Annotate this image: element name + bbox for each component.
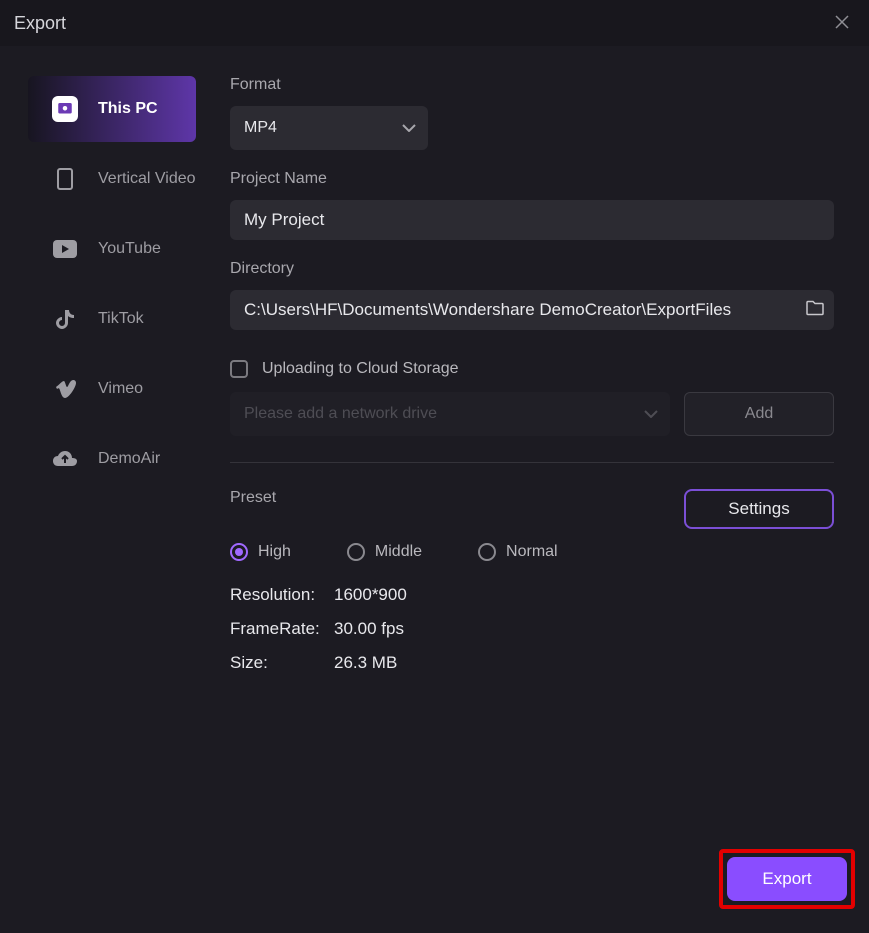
sidebar: This PC Vertical Video YouTube TikTok Vi… — [0, 76, 230, 687]
vertical-video-icon — [52, 166, 78, 192]
preset-radio-high[interactable]: High — [230, 543, 291, 561]
spec-value: 26.3 MB — [334, 653, 397, 673]
cloud-drive-row: Please add a network drive Add — [230, 392, 834, 436]
sidebar-item-vimeo[interactable]: Vimeo — [28, 356, 196, 422]
directory-label: Directory — [230, 260, 839, 278]
cloud-checkbox-row: Uploading to Cloud Storage — [230, 360, 839, 378]
project-name-field: Project Name — [230, 170, 839, 240]
youtube-icon — [52, 236, 78, 262]
sidebar-item-label: This PC — [98, 100, 158, 118]
cloud-upload-label: Uploading to Cloud Storage — [262, 360, 459, 378]
radio-label: Normal — [506, 543, 558, 561]
spec-key: FrameRate: — [230, 619, 334, 639]
sidebar-item-label: Vertical Video — [98, 170, 196, 188]
close-icon[interactable] — [829, 7, 855, 40]
titlebar: Export — [0, 0, 869, 46]
sidebar-item-youtube[interactable]: YouTube — [28, 216, 196, 282]
sidebar-item-vertical-video[interactable]: Vertical Video — [28, 146, 196, 212]
settings-button[interactable]: Settings — [684, 489, 834, 529]
pc-icon — [52, 96, 78, 122]
radio-icon — [230, 543, 248, 561]
chevron-down-icon — [402, 119, 416, 137]
add-drive-button[interactable]: Add — [684, 392, 834, 436]
directory-input[interactable] — [230, 290, 834, 330]
export-form: Format MP4 Project Name Directory — [230, 76, 869, 687]
format-select[interactable]: MP4 — [230, 106, 428, 150]
format-value: MP4 — [244, 119, 277, 137]
spec-key: Resolution: — [230, 585, 334, 605]
cloud-upload-icon — [52, 446, 78, 472]
format-field: Format MP4 — [230, 76, 839, 150]
network-drive-placeholder: Please add a network drive — [244, 405, 437, 423]
preset-label: Preset — [230, 489, 276, 507]
radio-icon — [478, 543, 496, 561]
export-button[interactable]: Export — [727, 857, 847, 901]
cloud-upload-checkbox[interactable] — [230, 360, 248, 378]
sidebar-item-demoair[interactable]: DemoAir — [28, 426, 196, 492]
sidebar-item-tiktok[interactable]: TikTok — [28, 286, 196, 352]
vimeo-icon — [52, 376, 78, 402]
footer: Export — [719, 849, 855, 909]
spec-key: Size: — [230, 653, 334, 673]
spec-value: 1600*900 — [334, 585, 407, 605]
preset-radio-middle[interactable]: Middle — [347, 543, 422, 561]
radio-icon — [347, 543, 365, 561]
network-drive-select[interactable]: Please add a network drive — [230, 392, 670, 436]
export-highlight: Export — [719, 849, 855, 909]
tiktok-icon — [52, 306, 78, 332]
directory-field: Directory — [230, 260, 839, 330]
spec-framerate: FrameRate: 30.00 fps — [230, 619, 839, 639]
sidebar-item-label: TikTok — [98, 310, 144, 328]
sidebar-item-label: DemoAir — [98, 450, 160, 468]
project-name-label: Project Name — [230, 170, 839, 188]
window-title: Export — [14, 13, 66, 34]
sidebar-item-label: YouTube — [98, 240, 161, 258]
preset-radio-normal[interactable]: Normal — [478, 543, 558, 561]
preset-radio-group: High Middle Normal — [230, 543, 839, 561]
radio-label: Middle — [375, 543, 422, 561]
main-content: This PC Vertical Video YouTube TikTok Vi… — [0, 46, 869, 687]
spec-size: Size: 26.3 MB — [230, 653, 839, 673]
preset-header: Preset Settings — [230, 489, 834, 529]
spec-resolution: Resolution: 1600*900 — [230, 585, 839, 605]
chevron-down-icon — [644, 405, 658, 423]
project-name-input[interactable] — [230, 200, 834, 240]
divider — [230, 462, 834, 463]
format-label: Format — [230, 76, 839, 94]
sidebar-item-label: Vimeo — [98, 380, 143, 398]
browse-folder-icon[interactable] — [806, 300, 824, 321]
radio-label: High — [258, 543, 291, 561]
spec-value: 30.00 fps — [334, 619, 404, 639]
sidebar-item-this-pc[interactable]: This PC — [28, 76, 196, 142]
